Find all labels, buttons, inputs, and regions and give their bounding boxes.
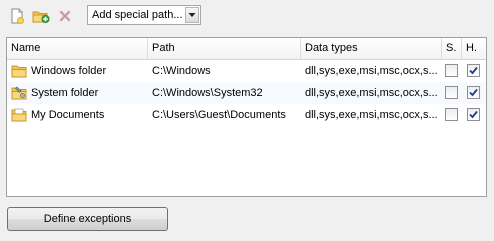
checkmark-icon	[469, 66, 478, 75]
column-header-path[interactable]: Path	[148, 38, 301, 59]
s-checkbox[interactable]	[445, 64, 458, 77]
checkmark-icon	[469, 110, 478, 119]
special-path-selected: Add special path...	[92, 9, 183, 21]
new-file-icon[interactable]	[6, 5, 28, 27]
row-data-types: dll,sys,exe,msi,msc,ocx,s...	[305, 109, 438, 121]
row-name: My Documents	[31, 109, 105, 121]
row-path: C:\Windows\System32	[152, 87, 263, 99]
table-header: Name Path Data types S. H.	[7, 38, 486, 60]
chevron-down-icon[interactable]	[185, 7, 199, 23]
table-row[interactable]: System folder C:\Windows\System32 dll,sy…	[7, 82, 486, 104]
add-folder-icon[interactable]	[30, 5, 52, 27]
row-name: Windows folder	[31, 65, 107, 77]
table-row[interactable]: Windows folder C:\Windows dll,sys,exe,ms…	[7, 60, 486, 82]
define-exceptions-button[interactable]: Define exceptions	[7, 207, 168, 231]
h-checkbox[interactable]	[467, 64, 480, 77]
column-header-name[interactable]: Name	[7, 38, 148, 59]
row-path: C:\Windows	[152, 65, 211, 77]
row-data-types: dll,sys,exe,msi,msc,ocx,s...	[305, 87, 438, 99]
special-path-dropdown[interactable]: Add special path...	[87, 5, 201, 25]
row-path: C:\Users\Guest\Documents	[152, 109, 286, 121]
checkmark-icon	[469, 88, 478, 97]
column-header-s[interactable]: S.	[442, 38, 462, 59]
h-checkbox[interactable]	[467, 86, 480, 99]
s-checkbox[interactable]	[445, 108, 458, 121]
row-name: System folder	[31, 87, 99, 99]
column-header-data-types[interactable]: Data types	[301, 38, 442, 59]
delete-icon[interactable]	[54, 5, 76, 27]
paths-table: Name Path Data types S. H. Windows folde…	[6, 37, 487, 197]
s-checkbox[interactable]	[445, 86, 458, 99]
h-checkbox[interactable]	[467, 108, 480, 121]
table-row[interactable]: My Documents C:\Users\Guest\Documents dl…	[7, 104, 486, 126]
toolbar	[6, 5, 78, 27]
row-data-types: dll,sys,exe,msi,msc,ocx,s...	[305, 65, 438, 77]
column-header-h[interactable]: H.	[462, 38, 486, 59]
